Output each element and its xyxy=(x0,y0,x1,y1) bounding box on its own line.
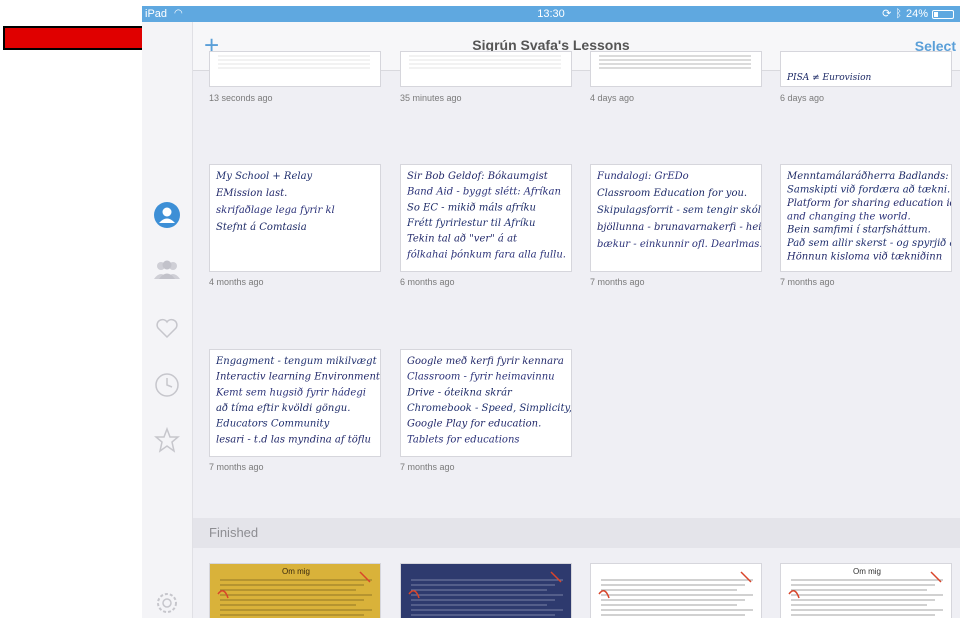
note-line: lesari - t.d las myndina af töflu xyxy=(216,434,371,445)
note-line: fólkahai þónkum fara alla fullu. xyxy=(406,249,566,260)
lesson-thumbnail[interactable]: PISA ≠ Eurovision xyxy=(780,51,952,87)
finished-section-header: Finished xyxy=(193,518,960,548)
note-line: bækur - einkunnir ofl. Dearlmas. xyxy=(597,239,762,250)
finished-thumbnail[interactable] xyxy=(400,563,572,618)
finished-thumbnail[interactable] xyxy=(590,563,762,618)
note-line: So EC - mikið máls afríku xyxy=(407,202,536,213)
note-line: Educators Community xyxy=(215,419,330,430)
note-line: Classroom Education for you. xyxy=(597,188,747,199)
note-line: My School + Relay xyxy=(215,171,313,182)
note-line: skrifaðlage lega fyrir kl xyxy=(216,205,335,216)
document-title: Om mig xyxy=(282,567,310,576)
note-line: Interactiv learning Environment xyxy=(215,372,381,383)
note-line: að tíma eftir kvöldi göngu. xyxy=(216,403,350,414)
star-icon[interactable] xyxy=(154,427,180,453)
note-line: Google með kerfi fyrir kennara xyxy=(407,356,564,367)
note-line: Skipulagsforrit - sem tengir skóla xyxy=(597,205,762,216)
lesson-thumbnail[interactable]: Sir Bob Geldof: Bókaumgist Band Aid - byg… xyxy=(400,164,572,272)
note-line: Google Play for education. xyxy=(407,419,541,430)
lesson-thumbnail[interactable] xyxy=(590,51,762,87)
note-line: Drive - óteikna skrár xyxy=(406,387,513,398)
document-title: Om mig xyxy=(853,567,881,576)
clock-icon[interactable] xyxy=(154,372,180,398)
document-preview xyxy=(408,571,563,616)
lesson-thumbnail[interactable]: My School + Relay EMission last. skrifaðla… xyxy=(209,164,381,272)
note-line: PISA ≠ Eurovision xyxy=(786,73,872,83)
status-right: ⟳ ᛒ 24% xyxy=(882,6,954,22)
note-line: Frétt fyrirlestur til Afríku xyxy=(406,218,535,229)
document-preview xyxy=(598,571,753,616)
lesson-time: 4 days ago xyxy=(590,93,635,103)
handwritten-note: Menntamálaráðherra Badlands: Samskipti vi… xyxy=(786,171,952,263)
lesson-thumbnail[interactable]: Engagment - tengum mikilvægt Interactiv l… xyxy=(209,349,381,457)
lesson-thumbnail[interactable] xyxy=(209,51,381,87)
lesson-time: 13 seconds ago xyxy=(209,93,273,103)
handwritten-note: Engagment - tengum mikilvægt Interactiv l… xyxy=(215,356,381,445)
settings-icon[interactable] xyxy=(154,590,180,616)
lock-rotation-icon: ⟳ xyxy=(882,8,892,20)
handwritten-note: Fundalogi: GrEDo Classroom Education for … xyxy=(596,171,762,250)
document-preview: Om mig xyxy=(788,567,943,616)
lesson-time: 7 months ago xyxy=(780,277,835,287)
note-line: Samskipti við fordæra að tækni. xyxy=(787,184,950,195)
sidebar xyxy=(142,22,193,618)
note-line: Engagment - tengum mikilvægt xyxy=(215,356,378,367)
profile-icon[interactable] xyxy=(154,202,180,228)
note-line: Fundalogi: GrEDo xyxy=(596,171,689,182)
handwritten-note: Sir Bob Geldof: Bókaumgist Band Aid - byg… xyxy=(406,171,566,260)
handwritten-note xyxy=(599,55,751,69)
bluetooth-icon: ᛒ xyxy=(895,8,902,20)
finished-thumbnail[interactable]: Om mig xyxy=(209,563,381,618)
handwritten-note xyxy=(218,55,370,69)
note-line: bjöllunna - brunavarnakerfi - heimasíð xyxy=(597,222,762,233)
lesson-time: 4 months ago xyxy=(209,277,264,287)
handwritten-note: Google með kerfi fyrir kennara Classroom … xyxy=(406,356,572,445)
note-line: Chromebook - Speed, Simplicity, durable xyxy=(407,403,572,414)
lesson-thumbnail[interactable]: Fundalogi: GrEDo Classroom Education for … xyxy=(590,164,762,272)
lesson-thumbnail[interactable] xyxy=(400,51,572,87)
lesson-time: 7 months ago xyxy=(209,462,264,472)
note-line: Band Aid - byggt slétt: Afríkan xyxy=(406,187,561,198)
battery-fill xyxy=(934,11,939,17)
lesson-time: 7 months ago xyxy=(590,277,645,287)
note-line: Stefnt á Comtasia xyxy=(216,222,307,233)
note-line: Platform for sharing education ideas xyxy=(786,198,952,209)
handwritten-note: My School + Relay EMission last. skrifaðla… xyxy=(215,171,335,233)
note-line: Kemt sem hugsið fyrir hádegi xyxy=(215,387,366,398)
status-bar: iPad ◠ 13:30 ⟳ ᛒ 24% xyxy=(142,6,960,22)
lesson-thumbnail[interactable]: Menntamálaráðherra Badlands: Samskipti vi… xyxy=(780,164,952,272)
heart-icon[interactable] xyxy=(154,315,180,341)
group-icon[interactable] xyxy=(152,257,182,283)
document-preview: Om mig xyxy=(217,567,372,616)
battery-percent: 24% xyxy=(905,8,928,20)
note-line: Pað sem allir skerst - og spyrjið af hve… xyxy=(786,238,952,249)
note-line: Tablets for educations xyxy=(407,434,520,445)
note-line: and changing the world. xyxy=(787,211,911,222)
ipad-screen: iPad ◠ 13:30 ⟳ ᛒ 24% + Sigrún Svafa's Le… xyxy=(142,6,960,618)
handwritten-note xyxy=(409,55,561,69)
finished-thumbnail[interactable]: Om mig xyxy=(780,563,952,618)
lessons-grid: 13 seconds ago 35 minutes ago 4 days ago PI… xyxy=(193,51,960,618)
note-line: Menntamálaráðherra Badlands: xyxy=(786,171,949,182)
status-time: 13:30 xyxy=(537,8,565,20)
battery-icon xyxy=(932,9,954,19)
note-line: Hönnun kisloma við tækniðinn xyxy=(786,252,942,263)
note-line: Classroom - fyrir heimavinnu xyxy=(407,372,555,383)
handwritten-note: PISA ≠ Eurovision xyxy=(786,73,872,83)
lesson-time: 6 days ago xyxy=(780,93,825,103)
lesson-time: 35 minutes ago xyxy=(400,93,462,103)
note-line: Bein samfimi í starfsháttum. xyxy=(786,225,931,236)
note-line: EMission last. xyxy=(215,188,287,199)
lesson-time: 7 months ago xyxy=(400,462,455,472)
note-line: Sir Bob Geldof: Bókaumgist xyxy=(407,171,549,182)
lesson-thumbnail[interactable]: Google með kerfi fyrir kennara Classroom … xyxy=(400,349,572,457)
note-line: Tekin tal að "ver" á at xyxy=(407,234,518,245)
lesson-time: 6 months ago xyxy=(400,277,455,287)
